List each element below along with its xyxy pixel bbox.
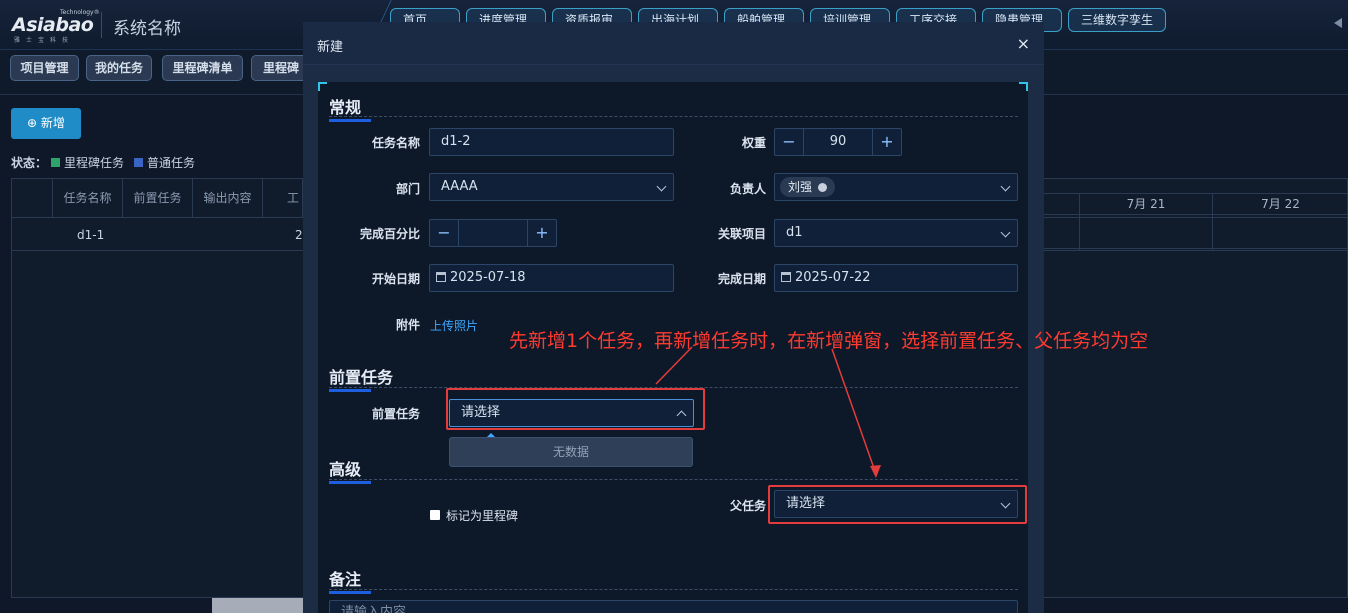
- department-value: AAAA: [441, 179, 478, 194]
- percent-decrease-button[interactable]: −: [430, 220, 458, 246]
- nav-item-digital-twin[interactable]: 三维数字孪生: [1068, 8, 1167, 32]
- milestone-legend-swatch: [51, 158, 61, 167]
- table-header-output[interactable]: 输出内容: [193, 179, 263, 217]
- table-header-blank: [12, 179, 53, 217]
- start-date-label: 开始日期: [371, 272, 420, 286]
- gantt-gridline: [1079, 215, 1080, 250]
- percent-stepper: − +: [429, 219, 557, 247]
- annotation-box-parent: [768, 485, 1027, 524]
- tab-project-management[interactable]: 项目管理: [10, 55, 79, 81]
- calendar-icon: [436, 272, 446, 282]
- owner-tag-label: 刘强: [788, 180, 813, 194]
- weight-value[interactable]: 90: [803, 129, 873, 155]
- remarks-textarea[interactable]: 请输入内容: [329, 600, 1018, 613]
- horizontal-scrollbar[interactable]: [212, 598, 304, 613]
- upload-photo-link[interactable]: 上传照片: [430, 317, 478, 334]
- section-underline: [329, 119, 371, 122]
- milestone-legend-label: 里程碑任务: [64, 156, 125, 170]
- end-date-value: 2025-07-22: [795, 270, 871, 285]
- chevron-down-icon: [656, 181, 667, 192]
- start-date-picker[interactable]: 2025-07-18: [429, 264, 674, 292]
- section-predecessor: 前置任务: [329, 364, 394, 392]
- end-date-label: 完成日期: [717, 272, 766, 286]
- tab-milestone[interactable]: 里程碑: [251, 55, 311, 81]
- weight-label: 权重: [741, 136, 766, 150]
- section-remarks-title: 备注: [329, 570, 362, 589]
- weight-stepper: − 90 +: [774, 128, 902, 156]
- system-name: 系统名称: [113, 19, 181, 39]
- chevron-down-icon: [1000, 227, 1011, 238]
- add-task-label: 新增: [40, 116, 65, 130]
- percent-value[interactable]: [458, 220, 528, 246]
- owner-select[interactable]: 刘强: [774, 173, 1018, 201]
- section-general: 常规: [329, 94, 371, 122]
- department-select[interactable]: AAAA: [429, 173, 674, 201]
- table-header-name[interactable]: 任务名称: [53, 179, 123, 217]
- row-duration: 2: [295, 228, 303, 242]
- project-label: 关联项目: [717, 227, 766, 241]
- owner-label: 负责人: [729, 182, 766, 196]
- company-logo: Technology® Asiabao 雅士宝科技: [12, 9, 100, 44]
- milestone-checkbox-label: 标记为里程碑: [446, 509, 519, 523]
- weight-increase-button[interactable]: +: [873, 129, 901, 155]
- frame-corner: [1019, 82, 1028, 91]
- section-general-title: 常规: [329, 98, 362, 117]
- frame-corner: [318, 82, 327, 91]
- section-underline: [329, 481, 371, 484]
- section-divider: [329, 479, 1018, 480]
- modal-header: 新建 ×: [303, 22, 1044, 65]
- project-select[interactable]: d1: [774, 219, 1018, 247]
- logo-brand-text: Asiabao: [12, 14, 94, 36]
- weight-decrease-button[interactable]: −: [775, 129, 803, 155]
- gantt-date: 7月 22: [1212, 194, 1348, 214]
- section-underline: [329, 389, 371, 392]
- section-advanced: 高级: [329, 456, 371, 484]
- row-task-name: d1-1: [77, 228, 105, 242]
- logo-sub-text: 雅士宝科技: [14, 37, 75, 44]
- percent-increase-button[interactable]: +: [528, 220, 556, 246]
- add-task-button[interactable]: ⊕ 新增: [11, 108, 81, 139]
- table-header-duration[interactable]: 工期: [263, 179, 303, 217]
- table-header-predecessor[interactable]: 前置任务: [123, 179, 193, 217]
- gantt-header: 7月 21 7月 22: [1044, 193, 1348, 214]
- status-legend: 状态： 里程碑任务 普通任务: [11, 154, 195, 171]
- parent-task-label: 父任务: [729, 499, 766, 513]
- annotation-box-predecessor: [446, 388, 705, 430]
- modal-title: 新建: [317, 40, 344, 55]
- status-label: 状态：: [11, 156, 48, 170]
- predecessor-dropdown-empty: 无数据: [449, 437, 693, 467]
- section-remarks: 备注: [329, 566, 371, 594]
- normal-legend-swatch: [134, 158, 144, 167]
- predecessor-label: 前置任务: [371, 407, 420, 421]
- section-predecessor-title: 前置任务: [329, 368, 394, 387]
- chevron-down-icon: [1000, 181, 1011, 192]
- tab-milestone-list[interactable]: 里程碑清单: [162, 55, 243, 81]
- section-underline: [329, 591, 371, 594]
- gantt-date: 7月 21: [1079, 194, 1212, 214]
- annotation-text: 先新增1个任务，再新增任务时，在新增弹窗，选择前置任务、父任务均为空: [509, 330, 1149, 352]
- calendar-icon: [781, 272, 791, 282]
- section-divider: [329, 589, 1018, 590]
- logo-divider: [101, 12, 102, 38]
- attachment-label: 附件: [395, 318, 420, 332]
- project-value: d1: [786, 225, 803, 240]
- section-advanced-title: 高级: [329, 460, 362, 479]
- department-label: 部门: [395, 182, 420, 196]
- close-icon[interactable]: ×: [1017, 34, 1030, 53]
- normal-legend-label: 普通任务: [147, 156, 196, 170]
- task-name-input[interactable]: d1-2: [429, 128, 674, 156]
- percent-label: 完成百分比: [359, 227, 420, 241]
- end-date-picker[interactable]: 2025-07-22: [774, 264, 1018, 292]
- tab-my-tasks[interactable]: 我的任务: [86, 55, 152, 81]
- gantt-row: [1044, 214, 1348, 250]
- gantt-gridline: [1212, 215, 1213, 250]
- task-name-label: 任务名称: [371, 136, 420, 150]
- user-menu-icon[interactable]: [1328, 14, 1348, 32]
- milestone-checkbox[interactable]: [430, 510, 440, 520]
- remove-tag-icon[interactable]: [818, 182, 828, 192]
- start-date-value: 2025-07-18: [450, 270, 526, 285]
- new-task-modal: 新建 × 常规 任务名称 d1-2 权重 − 90 + 部门 AAAA 负责人 …: [303, 22, 1044, 613]
- section-divider: [329, 116, 1018, 117]
- owner-tag: 刘强: [780, 177, 836, 197]
